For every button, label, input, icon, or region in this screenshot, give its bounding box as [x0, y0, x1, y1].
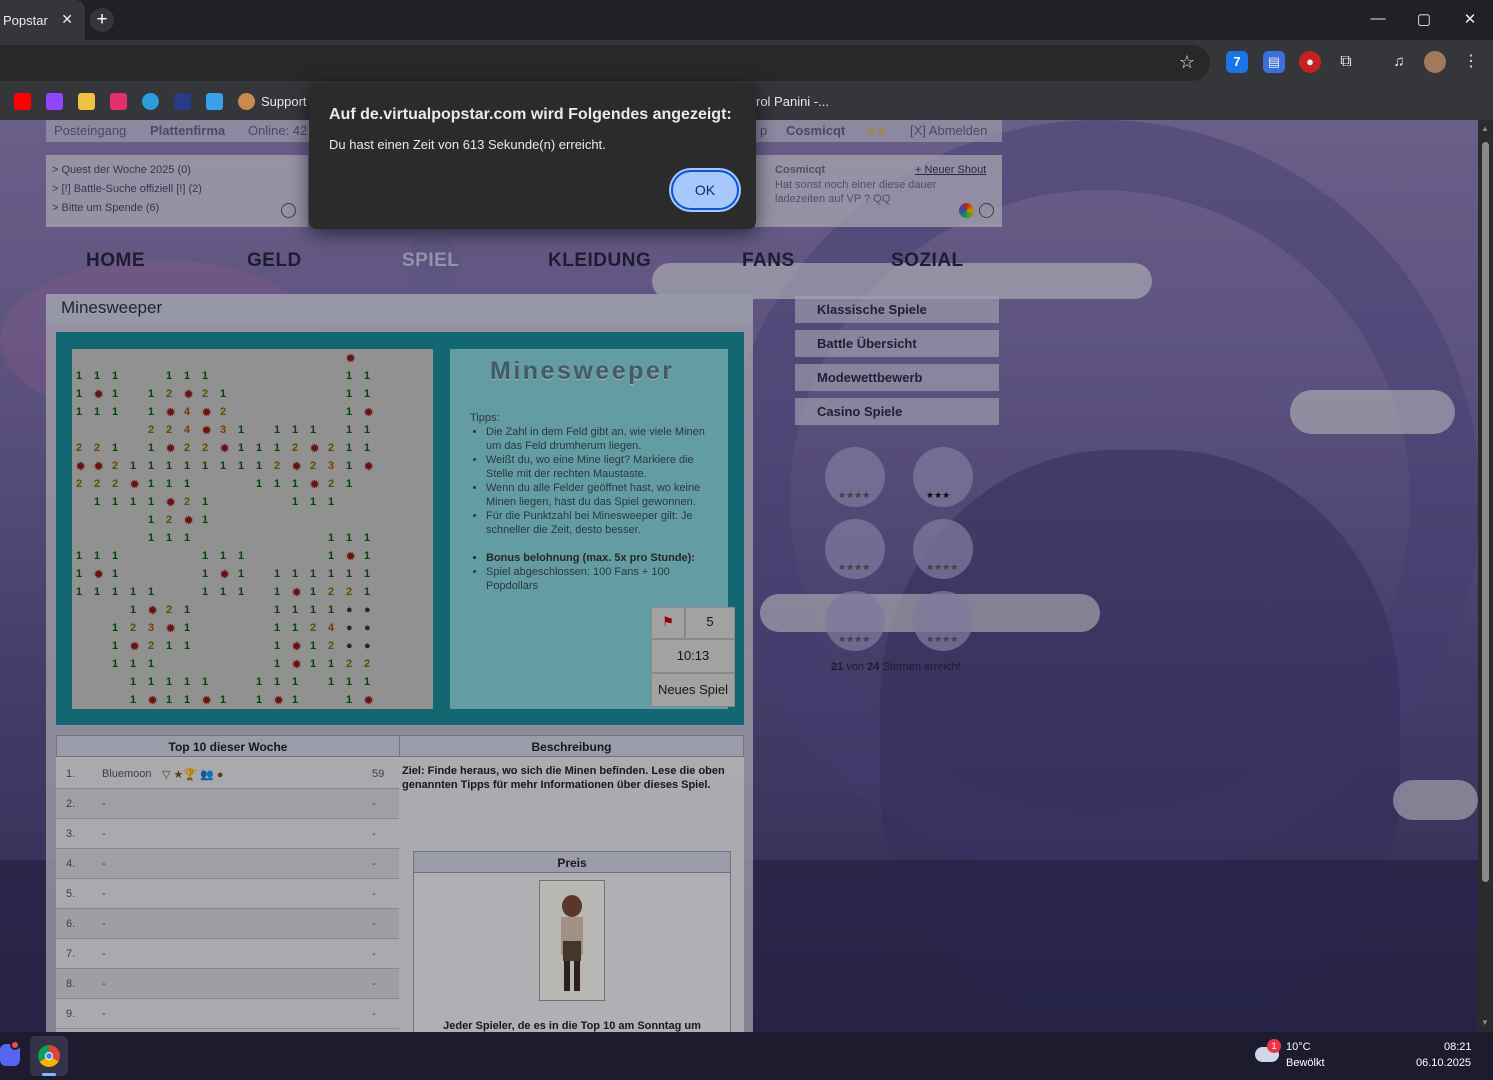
- dialog-message: Du hast einen Zeit von 613 Sekunde(n) er…: [329, 137, 606, 152]
- alert-dialog: Auf de.virtualpopstar.com wird Folgendes…: [309, 84, 756, 229]
- calendar-extension-icon[interactable]: ▤: [1263, 51, 1285, 73]
- scroll-up-icon[interactable]: ▲: [1481, 124, 1489, 133]
- twitch-icon[interactable]: [46, 93, 63, 110]
- scrollbar-thumb[interactable]: [1482, 142, 1489, 882]
- ok-button[interactable]: OK: [671, 170, 739, 210]
- translate-extension-icon[interactable]: 7: [1226, 51, 1248, 73]
- youtube-icon[interactable]: [14, 93, 31, 110]
- tab-title: Popstar: [3, 13, 48, 28]
- instagram-icon[interactable]: [110, 93, 127, 110]
- profile-avatar[interactable]: [1424, 51, 1446, 73]
- weather-condition[interactable]: Bewölkt: [1286, 1057, 1325, 1069]
- red-extension-icon[interactable]: ●: [1299, 51, 1321, 73]
- close-window-icon[interactable]: ✕: [1459, 10, 1481, 28]
- scroll-down-icon[interactable]: ▼: [1481, 1018, 1489, 1027]
- bookmark-support[interactable]: Support .: [261, 94, 314, 109]
- dialog-title: Auf de.virtualpopstar.com wird Folgendes…: [329, 106, 732, 123]
- support-icon[interactable]: [238, 93, 255, 110]
- notification-dot: [10, 1040, 20, 1050]
- bookmark-icon[interactable]: [78, 93, 95, 110]
- clock-time[interactable]: 08:21: [1444, 1041, 1472, 1053]
- weather-badge: 1: [1267, 1039, 1281, 1053]
- chrome-taskbar-button[interactable]: [30, 1036, 68, 1076]
- tab-close-icon[interactable]: ✕: [61, 11, 73, 28]
- maximize-icon[interactable]: ▢: [1413, 10, 1435, 28]
- address-bar[interactable]: [0, 45, 1210, 81]
- puzzle-extensions-icon[interactable]: ⧉: [1335, 51, 1357, 73]
- bookmark-panini[interactable]: rol Panini -...: [756, 94, 829, 109]
- menu-dots-icon[interactable]: ⋮: [1460, 51, 1482, 73]
- media-control-icon[interactable]: ♫: [1388, 51, 1410, 73]
- temperature[interactable]: 10°C: [1286, 1041, 1311, 1053]
- puzzle-app-icon[interactable]: [206, 93, 223, 110]
- tab-popstar[interactable]: Popstar ✕: [0, 0, 85, 40]
- active-indicator: [42, 1073, 56, 1076]
- c-app-icon[interactable]: [142, 93, 159, 110]
- chrome-icon-center: [45, 1052, 53, 1060]
- bookmark-star-icon[interactable]: ☆: [1176, 51, 1198, 73]
- minimize-icon[interactable]: —: [1367, 10, 1389, 27]
- modal-backdrop: [0, 120, 1478, 1032]
- page-scrollbar[interactable]: ▲ ▼: [1478, 120, 1493, 1032]
- new-tab-button[interactable]: +: [90, 8, 114, 32]
- taskbar: 1 10°C Bewölkt 08:21 06.10.2025: [0, 1032, 1493, 1080]
- clock-date[interactable]: 06.10.2025: [1416, 1057, 1471, 1069]
- browser-toolbar: ☆ 7 ▤ 28 ● 8 ⧉ ♫ ⋮: [0, 40, 1493, 116]
- tab-strip: Popstar ✕ + — ▢ ✕: [0, 0, 1493, 40]
- mf-icon[interactable]: [174, 93, 191, 110]
- web-page: Posteingang Plattenfirma Online: 42 p Co…: [0, 120, 1478, 1032]
